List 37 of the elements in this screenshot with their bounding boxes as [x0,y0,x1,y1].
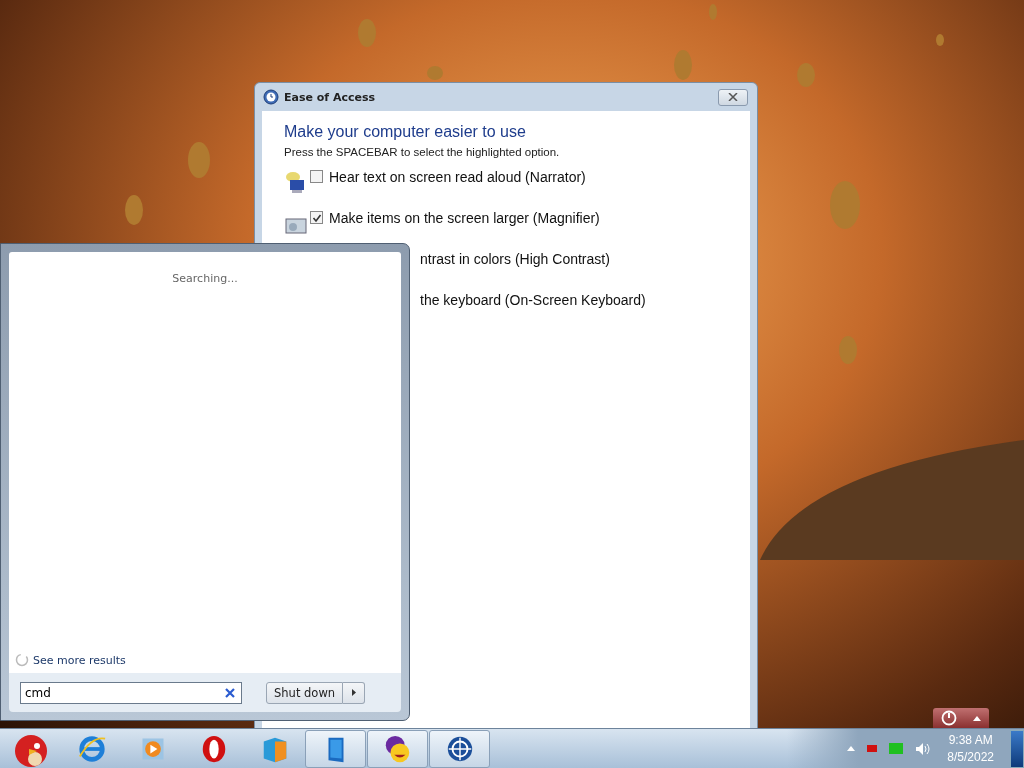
arrow-right-icon [351,689,356,696]
taskbar-button[interactable] [429,729,490,768]
asteroid [830,181,860,229]
speaker-icon[interactable] [915,741,932,756]
clock-icon [263,89,279,105]
close-icon [728,93,738,101]
shutdown-options-button[interactable] [343,681,366,704]
date-text: 8/5/2022 [947,750,994,764]
asteroid [125,195,143,225]
option-label[interactable]: Make items on the screen larger (Magnifier) [329,209,600,226]
asteroid [839,336,857,364]
option-label[interactable]: ntrast in colors (High Contrast) [420,250,610,267]
asteroid [188,142,210,178]
browser-icon[interactable] [76,733,107,764]
close-button[interactable] [718,88,748,106]
show-desktop-button[interactable] [1010,729,1024,768]
asteroid [936,34,944,46]
shut-down-button[interactable]: Shut down [266,681,344,704]
taskbar-button[interactable] [367,729,428,768]
power-icon[interactable] [941,710,957,726]
checkbox[interactable] [310,211,323,224]
option-label[interactable]: Hear text on screen read aloud (Narrator) [329,168,586,185]
window-heading: Make your computer easier to use [284,123,527,141]
window-title: Ease of Access [284,90,377,104]
taskbar-button[interactable] [305,729,366,768]
status-text: Searching... [171,272,239,285]
asteroid [674,50,692,80]
clear-icon[interactable] [225,687,235,698]
time-text: 9:38 AM [948,733,993,747]
checkbox[interactable] [310,170,323,183]
option-label[interactable]: the keyboard (On-Screen Keyboard) [420,291,646,308]
search-field[interactable]: cmd [20,681,242,704]
see-more-results-link[interactable]: See more results [33,653,126,667]
arrow-up-icon[interactable] [973,715,981,721]
loading-icon [15,653,29,667]
asteroid [427,66,443,80]
instruction-text: Press the SPACEBAR to select the highlighted option. [284,146,561,158]
